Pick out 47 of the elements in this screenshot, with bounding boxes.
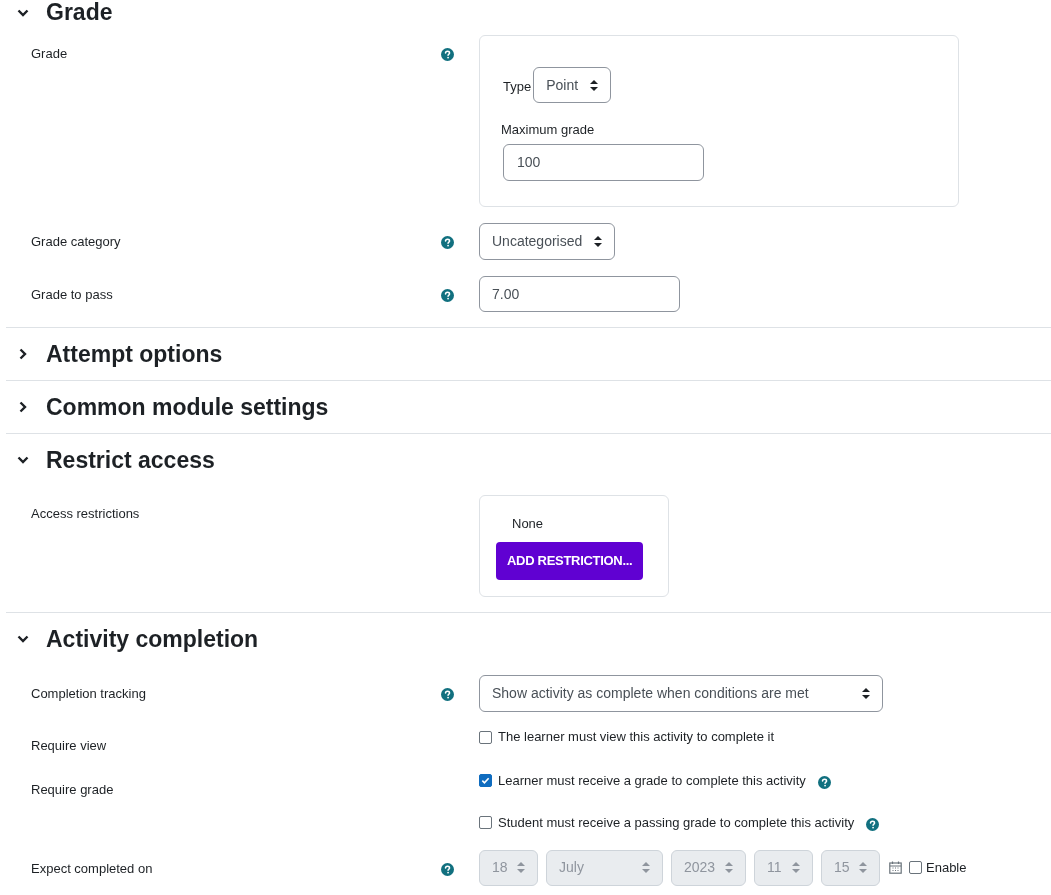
field-label: Type [503, 78, 532, 97]
help-icon[interactable] [817, 776, 831, 789]
select-field[interactable]: Show activity as complete when conditions are met [479, 675, 883, 712]
input-field[interactable]: 100 [503, 143, 704, 181]
sort-arrows-icon [725, 862, 733, 873]
checkbox[interactable] [479, 774, 492, 787]
checkbox-label[interactable]: Student must receive a passing grade to complete this activity [498, 812, 855, 833]
help-icon[interactable] [866, 818, 880, 831]
field-label: Access restrictions [31, 505, 141, 523]
input-field[interactable]: 7.00 [479, 276, 680, 312]
field-label: Require view [31, 737, 108, 755]
calendar-icon[interactable] [889, 861, 902, 874]
chevron-right-icon [17, 401, 29, 413]
field-label: Grade category [31, 233, 122, 251]
add-restriction-button[interactable]: ADD RESTRICTION... [496, 541, 644, 580]
chevron-down-icon [17, 633, 29, 645]
sort-arrows-icon [594, 236, 603, 247]
section-title[interactable]: Activity completion [46, 621, 259, 657]
field-label: Require grade [31, 780, 115, 799]
field-label: Grade to pass [31, 286, 114, 304]
section-title[interactable]: Common module settings [46, 389, 329, 425]
section-title[interactable]: Grade [46, 0, 113, 30]
sort-arrows-icon [642, 862, 650, 873]
checkbox-label[interactable]: The learner must view this activity to complete it [498, 727, 774, 747]
checkbox[interactable] [479, 816, 492, 829]
help-icon[interactable] [441, 688, 454, 701]
sort-arrows-icon [517, 862, 525, 873]
sort-arrows-icon [859, 862, 867, 873]
chevron-right-icon [17, 348, 29, 360]
help-icon[interactable] [441, 236, 454, 249]
field-label: Completion tracking [31, 685, 147, 703]
checkbox-label[interactable]: Learner must receive a grade to complete this activity [498, 770, 806, 791]
type-select[interactable]: Point [533, 67, 612, 103]
sort-arrows-icon [792, 862, 800, 873]
help-icon[interactable] [441, 48, 454, 61]
field-label: Expect completed on [31, 859, 154, 878]
field-label: Grade [31, 45, 69, 63]
chevron-down-icon [17, 454, 29, 466]
section-title[interactable]: Attempt options [46, 336, 223, 372]
field-label: Maximum grade [501, 121, 596, 139]
none-text: None [512, 515, 545, 533]
sort-arrows-icon [862, 688, 870, 699]
select-field[interactable]: Uncategorised [479, 223, 616, 260]
sort-arrows-icon [590, 79, 599, 91]
section-title[interactable]: Restrict access [46, 442, 215, 478]
help-icon[interactable] [441, 289, 454, 302]
checkbox[interactable] [479, 730, 492, 744]
